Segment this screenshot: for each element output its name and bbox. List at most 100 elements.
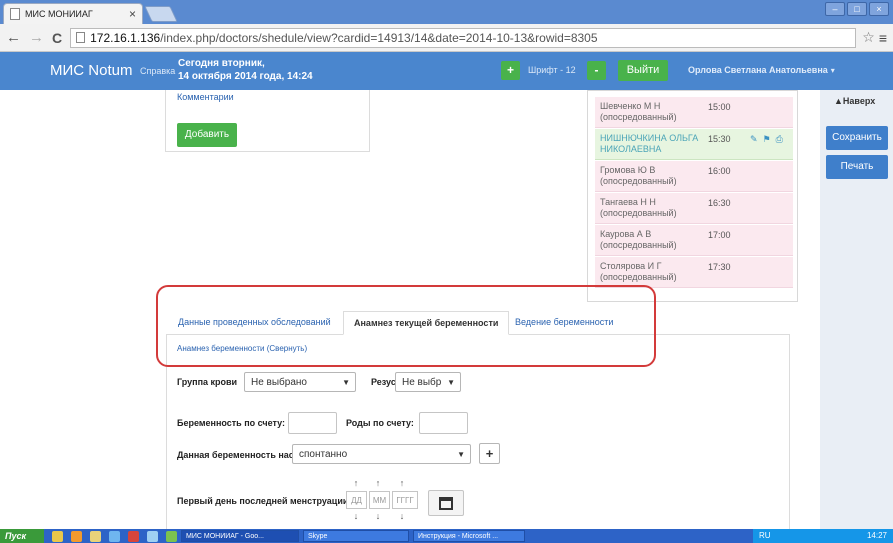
back-icon[interactable]: ← (6, 29, 21, 46)
browser-tab-strip: МИС МОНИИАГ × – □ × (0, 0, 893, 24)
patient-name: Шевченко М Н (опосредованный) (600, 101, 677, 122)
month-input[interactable]: ММ (369, 491, 390, 509)
quicklaunch-icon[interactable] (90, 530, 101, 542)
birth-count-label: Роды по счету: (346, 418, 414, 428)
schedule-slot[interactable]: Столярова И Г (опосредованный) 17:30 (595, 257, 793, 288)
save-button[interactable]: Сохранить (826, 126, 888, 150)
quicklaunch-icon[interactable] (109, 530, 120, 542)
year-input[interactable]: ГГГГ (392, 491, 418, 509)
start-button[interactable]: Пуск (0, 529, 44, 543)
tab-pregnancy-anamnesis[interactable]: Анамнез текущей беременности (343, 311, 510, 335)
browser-menu-icon[interactable]: ≡ (879, 30, 887, 46)
print-icon[interactable]: ⎙ (776, 134, 783, 145)
user-menu[interactable]: Орлова Светлана Анатольевна ▾ (688, 65, 835, 75)
month-up-icon[interactable]: ↑ (368, 478, 388, 488)
blood-group-value: Не выбрано (251, 377, 307, 388)
patient-name: Громова Ю В (опосредованный) (600, 165, 677, 186)
page-icon (76, 32, 86, 43)
rh-value: Не выбр (402, 377, 442, 388)
patient-name: Столярова И Г (опосредованный) (600, 261, 677, 282)
blood-group-select[interactable]: Не выбрано ▼ (244, 372, 356, 392)
url-text: 172.16.1.136/index.php/doctors/shedule/v… (90, 31, 597, 45)
comments-card: Комментарии Добавить (165, 90, 370, 152)
chevron-down-icon: ▼ (457, 450, 465, 459)
calendar-button[interactable] (428, 490, 464, 516)
quicklaunch-icon[interactable] (166, 530, 177, 542)
add-button[interactable]: Добавить (177, 123, 237, 147)
taskbar-item-chrome[interactable]: МИС МОНИИАГ - Goo... (181, 530, 299, 542)
language-indicator[interactable]: RU (759, 529, 771, 543)
edit-icon[interactable]: ✎ (750, 134, 758, 145)
quicklaunch-icon[interactable] (128, 530, 139, 542)
year-up-icon[interactable]: ↑ (392, 478, 412, 488)
day-up-icon[interactable]: ↑ (346, 478, 366, 488)
pregnancy-onset-select[interactable]: спонтанно ▼ (292, 444, 471, 464)
os-taskbar: Пуск МИС МОНИИАГ - Goo... Skype Инструкц… (0, 529, 893, 543)
schedule-slot-active[interactable]: НИШНЮЧКИНА ОЛЬГА НИКОЛАЕВНА 15:30 ✎ ⚑ ⎙ (595, 129, 793, 160)
year-down-icon[interactable]: ↓ (392, 511, 412, 521)
chevron-down-icon: ▾ (830, 66, 835, 75)
bookmark-star-icon[interactable]: ☆ (862, 29, 875, 46)
lmp-date-picker: ↑ ↑ ↑ ДД ММ ГГГГ ↓ ↓ ↓ (346, 478, 418, 522)
font-decrease-button[interactable]: - (587, 61, 606, 80)
schedule-slot[interactable]: Каурова А В (опосредованный) 17:00 (595, 225, 793, 256)
quicklaunch-icon[interactable] (147, 530, 158, 542)
schedule-slot[interactable]: Тангаева Н Н (опосредованный) 16:30 (595, 193, 793, 224)
slot-time: 17:00 (708, 230, 731, 240)
logout-button[interactable]: Выйти (618, 60, 668, 81)
quicklaunch-icon[interactable] (52, 530, 63, 542)
user-name: Орлова Светлана Анатольевна (688, 65, 828, 75)
page-favicon-icon (10, 8, 20, 20)
print-button[interactable]: Печать (826, 155, 888, 179)
help-link[interactable]: Справка (140, 66, 175, 76)
pregnancy-count-input[interactable] (288, 412, 337, 434)
slot-time: 17:30 (708, 262, 731, 272)
new-tab-button[interactable] (144, 6, 178, 22)
slot-time: 15:00 (708, 102, 731, 112)
schedule-list: Шевченко М Н (опосредованный) 15:00 НИШН… (587, 90, 798, 302)
close-tab-icon[interactable]: × (129, 7, 136, 21)
browser-tab[interactable]: МИС МОНИИАГ × (3, 3, 143, 24)
tab-pregnancy-management[interactable]: Ведение беременности (505, 311, 623, 335)
side-actions: ▲Наверх Сохранить Печать (820, 90, 893, 529)
current-date: Сегодня вторник, 14 октября 2014 года, 1… (178, 57, 313, 83)
pregnancy-onset-value: спонтанно (299, 449, 348, 460)
maximize-button[interactable]: □ (847, 2, 867, 16)
patient-name: Каурова А В (опосредованный) (600, 229, 677, 250)
slot-time: 15:30 (708, 134, 731, 144)
taskbar-item-skype[interactable]: Skype (303, 530, 409, 542)
schedule-slot[interactable]: Громова Ю В (опосредованный) 16:00 (595, 161, 793, 192)
collapse-link[interactable]: Анамнез беременности (Свернуть) (177, 344, 307, 353)
close-window-button[interactable]: × (869, 2, 889, 16)
reload-icon[interactable]: C (52, 30, 62, 46)
url-host: 172.16.1.136 (90, 30, 161, 45)
app-brand[interactable]: МИС Notum (50, 62, 132, 79)
browser-tab-title: МИС МОНИИАГ (25, 9, 93, 19)
clock: 14:27 (866, 531, 887, 540)
font-size-label: Шрифт - 12 (528, 65, 576, 75)
rh-select[interactable]: Не выбр ▼ (395, 372, 461, 392)
taskbar-item-word[interactable]: Инструкция - Microsoft ... (413, 530, 525, 542)
url-input[interactable]: 172.16.1.136/index.php/doctors/shedule/v… (70, 27, 857, 48)
birth-count-input[interactable] (419, 412, 468, 434)
add-option-button[interactable]: + (479, 443, 500, 464)
patient-name[interactable]: НИШНЮЧКИНА ОЛЬГА НИКОЛАЕВНА (600, 133, 700, 155)
slot-actions: ✎ ⚑ ⎙ (750, 134, 783, 145)
lmp-label: Первый день последней менструации: (177, 496, 352, 506)
blood-group-label: Группа крови (177, 377, 238, 387)
font-increase-button[interactable]: + (501, 61, 520, 80)
tab-examinations[interactable]: Данные проведенных обследований (168, 311, 341, 335)
month-down-icon[interactable]: ↓ (368, 511, 388, 521)
forward-icon[interactable]: → (29, 29, 44, 46)
schedule-slot[interactable]: Шевченко М Н (опосредованный) 15:00 (595, 97, 793, 128)
window-controls: – □ × (825, 2, 889, 16)
flag-icon[interactable]: ⚑ (763, 134, 771, 145)
pregnancy-count-label: Беременность по счету: (177, 418, 286, 428)
app-header: МИС Notum Справка Сегодня вторник, 14 ок… (0, 52, 893, 90)
day-input[interactable]: ДД (346, 491, 367, 509)
comments-link[interactable]: Комментарии (177, 92, 234, 102)
quicklaunch-icon[interactable] (71, 530, 82, 542)
day-down-icon[interactable]: ↓ (346, 511, 366, 521)
scroll-top-link[interactable]: ▲Наверх (834, 96, 875, 106)
minimize-button[interactable]: – (825, 2, 845, 16)
